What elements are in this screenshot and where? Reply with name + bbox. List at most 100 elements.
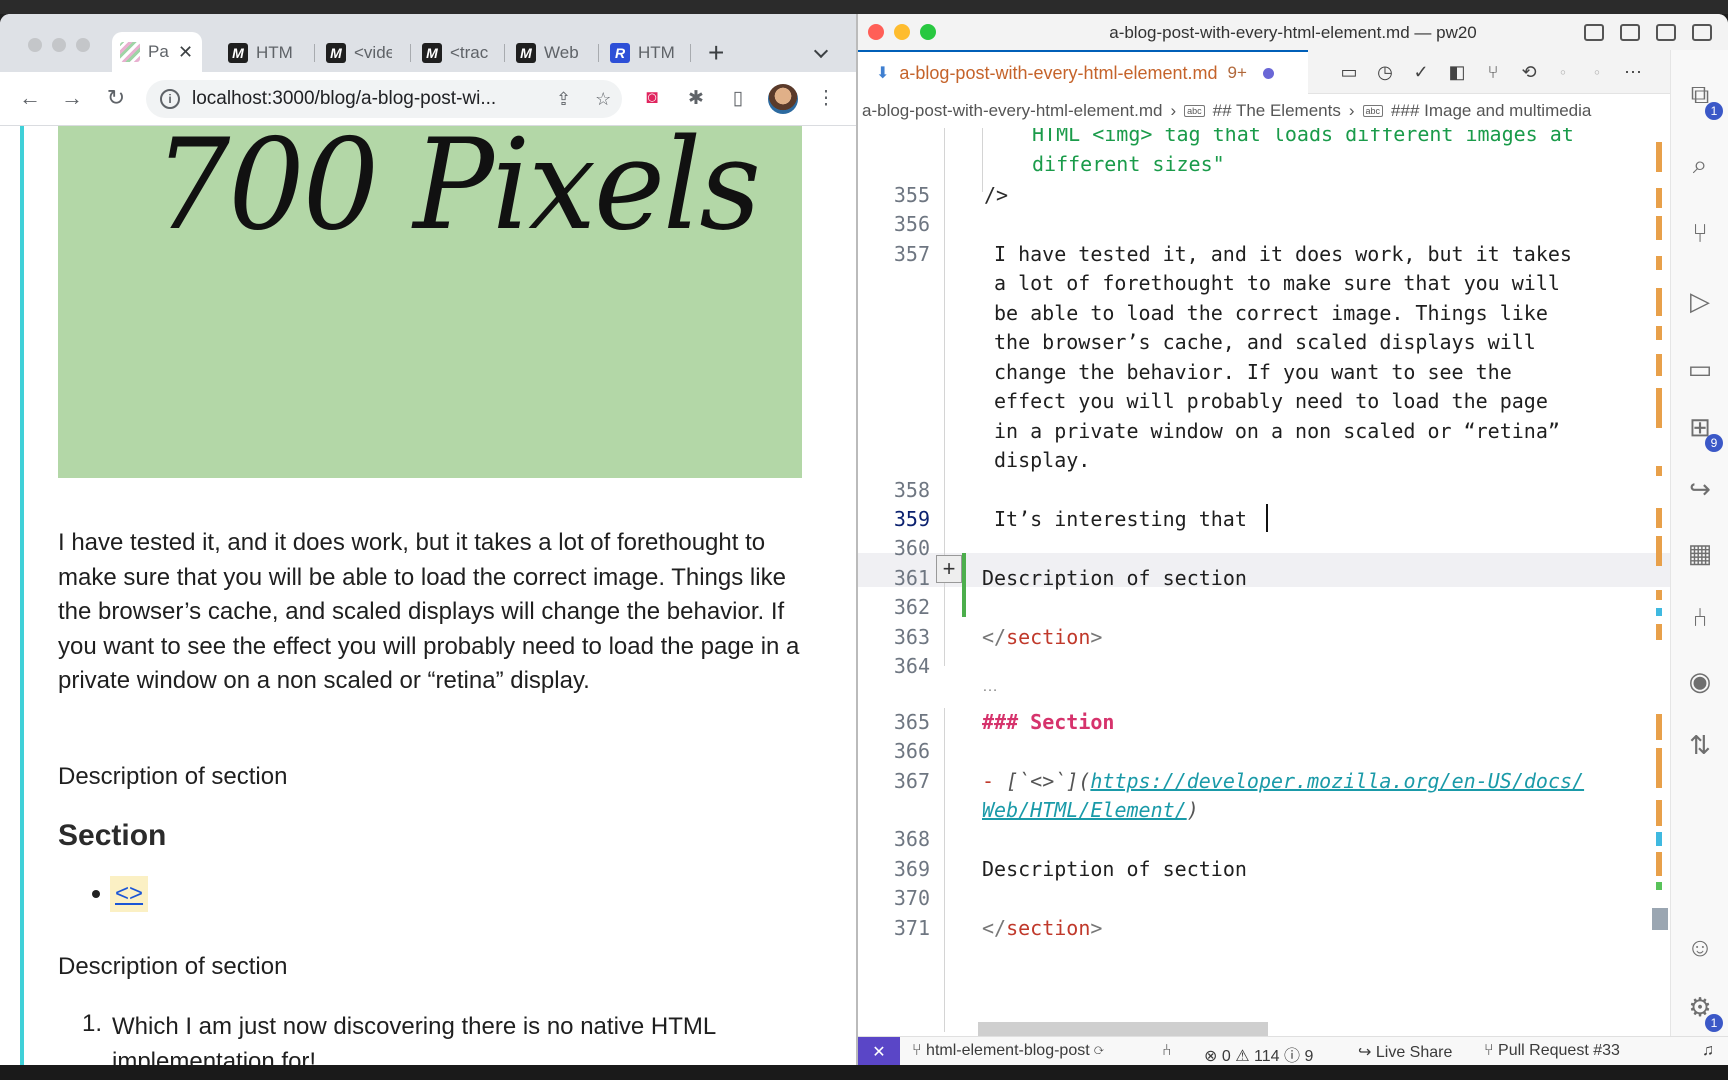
overview-ruler[interactable] — [1652, 128, 1670, 1036]
open-preview-icon[interactable]: ◧ — [1446, 62, 1468, 82]
extensions-badge: 9 — [1705, 434, 1723, 452]
toggle-secondary-sidebar-icon[interactable] — [1656, 24, 1676, 41]
revert-icon[interactable]: ⟲ — [1518, 62, 1540, 82]
site-info-icon[interactable]: i — [160, 89, 180, 109]
comment-icon[interactable]: ▭ — [1338, 62, 1360, 82]
line-number: 357 — [893, 242, 930, 266]
run-debug-icon[interactable]: ▷ — [1685, 286, 1715, 316]
gitlens-icon[interactable]: ⑃ — [1685, 602, 1715, 632]
search-icon[interactable]: ⌕ — [1685, 149, 1715, 180]
section-heading: Section — [58, 819, 167, 852]
line-number: 371 — [893, 916, 930, 940]
editor-tabs: ⬇ a-blog-post-with-every-html-element.md… — [858, 50, 1670, 94]
pocket-icon[interactable]: ◙ — [640, 86, 664, 110]
window-close-inactive[interactable] — [28, 38, 42, 52]
notifications-bell-icon[interactable]: ♫ — [1702, 1042, 1714, 1060]
toggle-panel-icon[interactable] — [1620, 24, 1640, 41]
branch-status[interactable]: ⑂ html-element-blog-post ⟳ — [912, 1042, 1104, 1060]
code-line: be able to load the correct image. Thing… — [994, 301, 1548, 325]
unsaved-dot-icon[interactable] — [1262, 67, 1274, 79]
browser-tab[interactable]: M <vide — [318, 34, 400, 72]
window-zoom-inactive[interactable] — [76, 38, 90, 52]
docker-icon[interactable]: ▦ — [1685, 538, 1715, 568]
gitlens-status-icon[interactable]: ⑃ — [1162, 1042, 1172, 1060]
code-line: different sizes" — [1032, 152, 1225, 176]
github-icon[interactable]: ◉ — [1685, 666, 1715, 696]
breadcrumb: a-blog-post-with-every-html-element.md ›… — [858, 94, 1670, 128]
ruler-mark — [1656, 216, 1662, 240]
activity-bar: ⧉ 1 ⌕ ⑂ ▷ ▭ ⊞ 9 ↪ ▦ ⑃ ◉ ⇅ ☺ ⚙ 1 — [1670, 50, 1728, 1036]
code-line: display. — [994, 448, 1091, 472]
menu-kebab-icon[interactable]: ⋮ — [814, 86, 838, 110]
breadcrumb-heading[interactable]: ## The Elements — [1213, 101, 1341, 121]
timeline-history-icon[interactable]: ◷ — [1374, 62, 1396, 82]
browser-tab[interactable]: M Web — [508, 34, 590, 72]
mdn-favicon-icon: M — [422, 43, 442, 63]
problem-count: 9+ — [1227, 63, 1247, 82]
editor-tab-active[interactable]: ⬇ a-blog-post-with-every-html-element.md… — [858, 50, 1308, 94]
article-paragraph: I have tested it, and it does work, but … — [58, 529, 800, 694]
pull-request-status[interactable]: ⑂ Pull Request #33 — [1484, 1042, 1620, 1060]
live-share-status-icon: ↪ — [1358, 1044, 1376, 1061]
tab-title: Web — [544, 43, 579, 62]
mdn-element-link[interactable]: <> — [110, 876, 149, 912]
code-line: I have tested it, and it does work, but … — [994, 242, 1572, 266]
code-editor[interactable]: + HTML <img> tag that loads different im… — [858, 128, 1670, 1036]
side-panel-icon[interactable]: ▯ — [726, 86, 750, 110]
accounts-icon[interactable]: ☺ — [1685, 932, 1715, 962]
url-text[interactable]: localhost:3000/blog/a-blog-post-wi... — [192, 88, 542, 110]
tab-search-chevron-icon[interactable] — [813, 43, 829, 59]
ruler-mark — [1656, 852, 1662, 876]
ruler-mark — [1656, 142, 1662, 172]
address-bar[interactable]: i localhost:3000/blog/a-blog-post-wi... … — [146, 80, 622, 118]
code-line: change the behavior. If you want to see … — [994, 360, 1512, 384]
window-minimize-inactive[interactable] — [52, 38, 66, 52]
editor-tab-label: a-blog-post-with-every-html-element.md — [899, 62, 1218, 83]
source-control-icon[interactable]: ⑂ — [1685, 218, 1715, 248]
line-number: 366 — [893, 739, 930, 763]
live-share-icon[interactable]: ↪ — [1685, 474, 1715, 504]
text-cursor — [1266, 504, 1268, 532]
line-number-current: 359 — [893, 507, 930, 531]
toggle-primary-sidebar-icon[interactable] — [1584, 24, 1604, 41]
ruler-cursor-mark — [1652, 908, 1668, 930]
extensions-puzzle-icon[interactable]: ✱ — [684, 86, 708, 110]
live-share-status[interactable]: ↪ Live Share — [1358, 1042, 1452, 1062]
bookmark-star-icon[interactable]: ☆ — [595, 89, 611, 110]
git-compare-icon[interactable]: ⑂ — [1482, 62, 1504, 82]
horizontal-scrollbar[interactable] — [978, 1022, 1268, 1036]
remote-indicator-icon[interactable]: ✕ — [858, 1037, 900, 1065]
reload-icon[interactable]: ↻ — [102, 84, 130, 112]
check-circle-icon[interactable]: ✓ — [1410, 62, 1432, 82]
share-icon[interactable]: ⇪ — [556, 89, 571, 110]
breadcrumb-file[interactable]: a-blog-post-with-every-html-element.md — [862, 101, 1162, 121]
next-change-icon[interactable]: ◦ — [1586, 62, 1608, 82]
current-line-highlight — [858, 553, 1670, 587]
link-url[interactable]: Web/HTML/Element/ — [982, 798, 1187, 822]
customize-layout-icon[interactable] — [1692, 24, 1712, 41]
add-comment-icon[interactable]: + — [936, 555, 962, 583]
new-tab-icon[interactable]: + — [708, 39, 724, 67]
code-line: - [`<>`](https://developer.mozilla.org/e… — [982, 769, 1584, 793]
close-tab-icon[interactable]: ✕ — [178, 42, 193, 63]
back-arrow-icon[interactable]: ← — [16, 84, 44, 112]
folded-region-ellipsis[interactable]: … — [982, 678, 998, 696]
browser-tab[interactable]: R HTML — [602, 34, 684, 72]
page-content: 700 Pixels I have tested it, and it does… — [0, 126, 856, 1065]
remote-explorer-icon[interactable]: ▭ — [1685, 354, 1715, 384]
pull-requests-icon[interactable]: ⇅ — [1685, 730, 1715, 760]
browser-tab-active[interactable]: Pa ✕ — [112, 32, 202, 72]
more-actions-icon[interactable]: ⋯ — [1622, 62, 1644, 82]
editor-titlebar: a-blog-post-with-every-html-element.md —… — [858, 14, 1728, 50]
ruler-mark — [1656, 188, 1662, 208]
browser-tab[interactable]: M HTML — [220, 34, 302, 72]
forward-arrow-icon[interactable]: → — [58, 84, 86, 112]
breadcrumb-subheading[interactable]: ### Image and multimedia — [1391, 101, 1591, 121]
browser-toolbar: ← → ↻ i localhost:3000/blog/a-blog-post-… — [0, 72, 856, 126]
error-icon: ⊗ — [1204, 1048, 1222, 1065]
link-url[interactable]: https://developer.mozilla.org/en-US/docs… — [1090, 769, 1584, 793]
profile-avatar[interactable] — [768, 84, 798, 114]
problems-status[interactable]: ⊗ 0 ⚠ 114 ⓘ 9 — [1204, 1042, 1313, 1065]
previous-change-icon[interactable]: ◦ — [1552, 62, 1574, 82]
browser-tab[interactable]: M <trac — [414, 34, 496, 72]
